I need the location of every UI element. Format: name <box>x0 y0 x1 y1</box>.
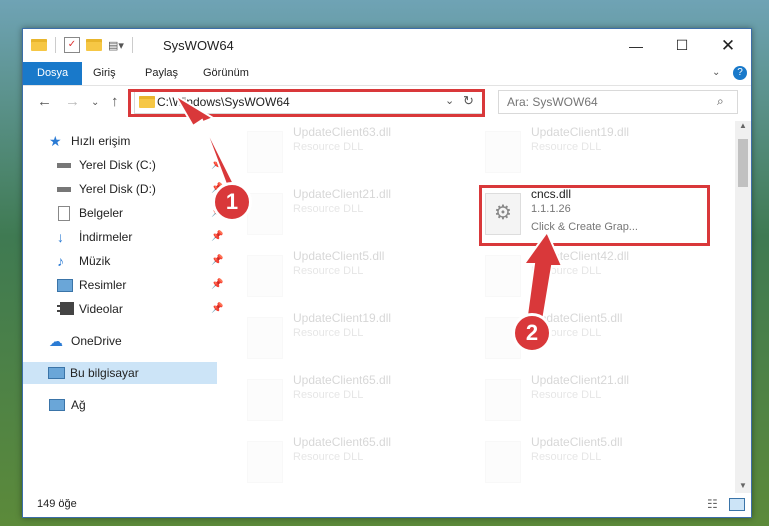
step-2-badge: 2 <box>512 313 552 353</box>
step-1-badge: 1 <box>212 182 252 222</box>
annotation-arrows <box>174 94 564 334</box>
